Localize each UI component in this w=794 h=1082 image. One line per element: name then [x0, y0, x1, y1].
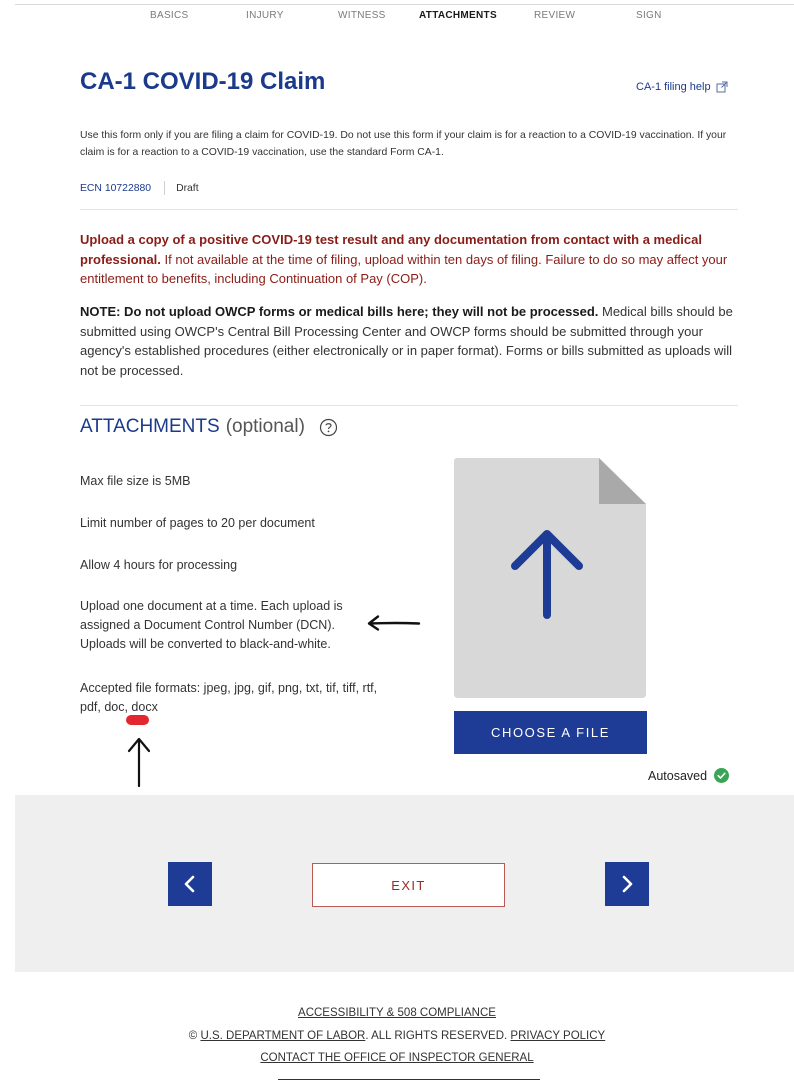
check-circle-icon — [714, 768, 730, 783]
file-upload-dropzone[interactable] — [454, 458, 646, 698]
chevron-right-icon — [622, 875, 633, 893]
upload-note-bold: NOTE: Do not upload OWCP forms or medica… — [80, 304, 599, 319]
filing-help-label: CA-1 filing help — [636, 81, 711, 93]
intro-text: Use this form only if you are filing a c… — [80, 130, 727, 158]
handdrawn-arrow-left-icon — [367, 615, 421, 631]
red-highlight-mark — [126, 715, 149, 725]
copyright-line: © U.S. DEPARTMENT OF LABOR. ALL RIGHTS R… — [0, 1025, 794, 1048]
rights-text: . ALL RIGHTS RESERVED. — [365, 1029, 508, 1042]
step-attachments[interactable]: ATTACHMENTS — [419, 10, 497, 21]
section-divider — [80, 405, 738, 406]
upload-info-text: Upload one document at a time. Each uplo… — [80, 599, 343, 651]
step-basics[interactable]: BASICS — [150, 10, 188, 21]
copyright-symbol: © — [188, 1029, 198, 1042]
external-link-icon — [716, 81, 728, 93]
accessibility-link[interactable]: ACCESSIBILITY & 508 COMPLIANCE — [298, 1007, 496, 1019]
top-divider — [15, 4, 794, 5]
filing-help-link[interactable]: CA-1 filing help — [636, 81, 728, 93]
step-navigation: BASICS INJURY WITNESS ATTACHMENTS REVIEW… — [0, 10, 794, 26]
attachments-optional: (optional) — [225, 416, 305, 437]
privacy-policy-link[interactable]: PRIVACY POLICY — [510, 1030, 605, 1042]
ecn-status-row: ECN 10722880 Draft — [80, 181, 199, 195]
choose-file-button[interactable]: CHOOSE A FILE — [454, 711, 647, 754]
step-review[interactable]: REVIEW — [534, 10, 575, 21]
upload-warning: Upload a copy of a positive COVID-19 tes… — [80, 230, 735, 289]
upload-warning-rest: If not available at the time of filing, … — [80, 251, 728, 287]
upload-note: NOTE: Do not upload OWCP forms or medica… — [80, 302, 740, 380]
help-circle-icon[interactable] — [319, 418, 338, 437]
ecn-separator — [164, 181, 166, 195]
step-sign[interactable]: SIGN — [636, 10, 662, 21]
accepted-formats-text: Accepted file formats: jpeg, jpg, gif, p… — [80, 681, 378, 714]
autosaved-label: Autosaved — [648, 768, 708, 783]
draft-status: Draft — [176, 182, 199, 194]
next-button[interactable] — [605, 862, 649, 906]
inspector-general-link[interactable]: CONTACT THE OFFICE OF INSPECTOR GENERAL — [260, 1052, 533, 1064]
processing-time-text: Allow 4 hours for processing — [80, 558, 238, 572]
attachments-title: ATTACHMENTS — [80, 416, 220, 437]
section-divider — [80, 209, 738, 210]
page-limit-text: Limit number of pages to 20 per document — [80, 516, 315, 530]
autosave-status: Autosaved — [648, 768, 730, 783]
exit-button[interactable]: EXIT — [312, 863, 505, 907]
chevron-left-icon — [184, 875, 195, 893]
site-footer: ACCESSIBILITY & 508 COMPLIANCE © U.S. DE… — [0, 1002, 794, 1070]
handdrawn-arrow-up-icon — [127, 737, 151, 788]
step-witness[interactable]: WITNESS — [338, 10, 386, 21]
attachments-heading: ATTACHMENTS (optional) — [80, 416, 338, 438]
previous-button[interactable] — [168, 862, 212, 906]
max-size-text: Max file size is 5MB — [80, 474, 191, 488]
ecn-number: ECN 10722880 — [80, 182, 152, 194]
dol-link[interactable]: U.S. DEPARTMENT OF LABOR — [200, 1030, 365, 1042]
page-title: CA-1 COVID-19 Claim — [80, 68, 326, 95]
bottom-rule — [278, 1079, 540, 1080]
step-injury[interactable]: INJURY — [246, 10, 284, 21]
